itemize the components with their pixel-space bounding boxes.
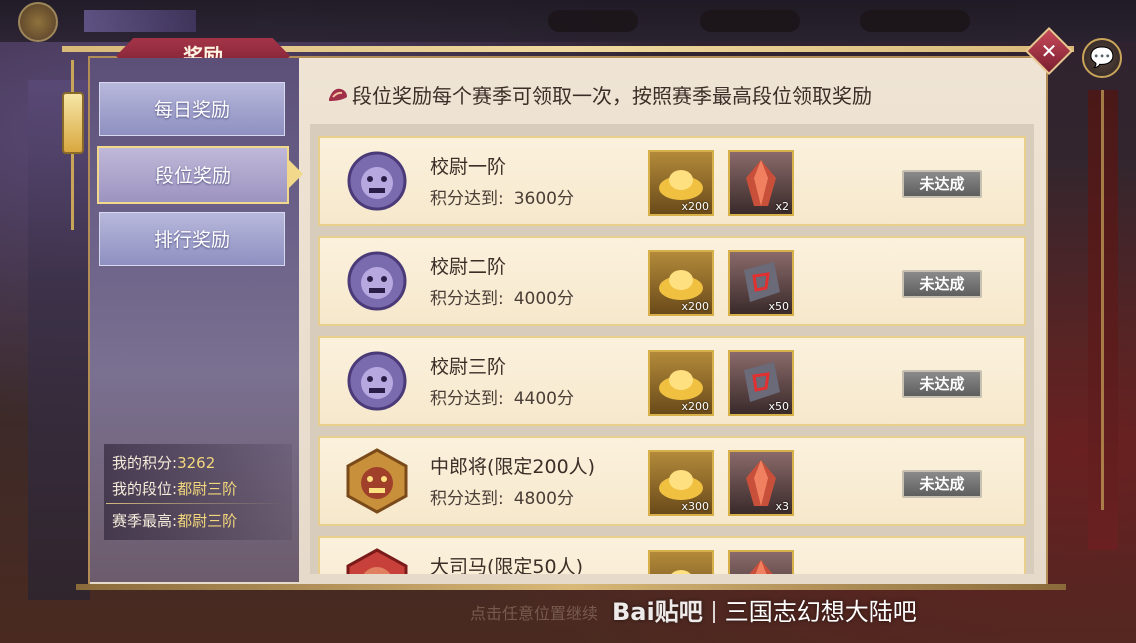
purple-lion-badge-icon [347, 151, 407, 211]
rank-name: 大司马(限定50人) [430, 556, 584, 574]
rank-name: 校尉三阶 [430, 356, 507, 378]
watermark-separator [712, 601, 715, 623]
requirement-value: 4400分 [513, 389, 574, 409]
item-quantity: x50 [768, 400, 789, 413]
season-best-value: 都尉三阶 [177, 512, 238, 530]
claim-status-button[interactable]: 未达成 [902, 470, 982, 498]
season-best-label: 赛季最高: [112, 512, 178, 530]
resource-slot [700, 10, 800, 32]
item-quantity: x200 [681, 300, 709, 313]
reward-item-rune-stone[interactable]: x50 [728, 350, 794, 416]
requirement-value: 3600分 [513, 189, 574, 209]
stats-divider [106, 503, 286, 504]
chat-icon[interactable]: 💬 [1082, 38, 1122, 78]
requirement-value: 4000分 [513, 289, 574, 309]
reward-list[interactable]: 校尉一阶 积分达到: 3600分 x200 x2 未达成 校尉二阶 积分达到: 40… [310, 124, 1034, 574]
reward-item-rune-stone[interactable]: x50 [728, 250, 794, 316]
decor-right-banner [1088, 90, 1118, 550]
active-tab-arrow-icon [289, 160, 303, 188]
red-crystal-icon [749, 560, 773, 574]
requirement-label: 积分达到: [430, 489, 504, 509]
reward-item-gold-ingot[interactable] [648, 550, 714, 574]
score-requirement: 积分达到: 4400分 [430, 384, 574, 409]
close-icon: ✕ [1040, 39, 1058, 63]
reward-item-gold-ingot[interactable]: x200 [648, 150, 714, 216]
reward-item-gold-ingot[interactable]: x300 [648, 450, 714, 516]
reward-item-gold-ingot[interactable]: x200 [648, 350, 714, 416]
item-quantity: x50 [768, 300, 789, 313]
reward-row: 大司马(限定50人) [318, 536, 1026, 574]
item-quantity: x200 [681, 400, 709, 413]
top-resource-bar [0, 0, 1136, 42]
my-rank-value: 都尉三阶 [177, 480, 238, 498]
reward-row: 校尉二阶 积分达到: 4000分 x200 x50 未达成 [318, 236, 1026, 326]
tab-ranking-rewards[interactable]: 排行奖励 [99, 212, 285, 266]
rank-name: 校尉二阶 [430, 256, 507, 278]
tab-daily-rewards[interactable]: 每日奖励 [99, 82, 285, 136]
requirement-label: 积分达到: [430, 289, 504, 309]
season-best: 赛季最高:都尉三阶 [112, 510, 237, 531]
watermark: Bai贴吧 三国志幻想大陆吧 [612, 592, 917, 632]
my-rank: 我的段位:都尉三阶 [112, 478, 237, 499]
reward-row: 中郎将(限定200人) 积分达到: 4800分 x300 x3 未达成 [318, 436, 1026, 526]
purple-lion-badge-icon [347, 351, 407, 411]
slipper-icon [329, 88, 347, 101]
tap-to-continue-hint: 点击任意位置继续 [470, 604, 599, 623]
claim-status-button[interactable]: 未达成 [902, 370, 982, 398]
reward-item-crystal[interactable]: x3 [728, 450, 794, 516]
resource-slot [548, 10, 638, 32]
lantern-icon [62, 92, 84, 154]
background-side-menu [28, 80, 90, 600]
red-lion-badge-icon [346, 548, 408, 574]
item-quantity: x3 [775, 500, 789, 513]
my-rank-label: 我的段位: [112, 480, 178, 498]
reward-row: 校尉一阶 积分达到: 3600分 x200 x2 未达成 [318, 136, 1026, 226]
rank-name: 中郎将(限定200人) [430, 456, 596, 478]
requirement-label: 积分达到: [430, 189, 504, 209]
my-score: 我的积分:3262 [112, 452, 215, 473]
requirement-value: 4800分 [513, 489, 574, 509]
my-score-label: 我的积分: [112, 454, 178, 472]
reward-item-gold-ingot[interactable]: x200 [648, 250, 714, 316]
watermark-brand: Bai贴吧 [612, 598, 703, 626]
score-requirement: 积分达到: 4800分 [430, 484, 574, 509]
player-avatar [18, 2, 58, 42]
item-quantity: x200 [681, 200, 709, 213]
resource-slot [860, 10, 970, 32]
panel-bottom-border [76, 584, 1066, 590]
claim-status-button[interactable]: 未达成 [902, 170, 982, 198]
gold-ingot-icon [671, 570, 691, 574]
player-name-plate [84, 10, 196, 32]
purple-lion-badge-icon [347, 251, 407, 311]
item-quantity: x2 [775, 200, 789, 213]
reward-item-crystal[interactable] [728, 550, 794, 574]
score-requirement: 积分达到: 3600分 [430, 184, 574, 209]
watermark-forum: 三国志幻想大陆吧 [724, 598, 917, 626]
requirement-label: 积分达到: [430, 389, 504, 409]
reward-row: 校尉三阶 积分达到: 4400分 x200 x50 未达成 [318, 336, 1026, 426]
my-score-value: 3262 [177, 454, 216, 472]
item-quantity: x300 [681, 500, 709, 513]
reward-item-crystal[interactable]: x2 [728, 150, 794, 216]
rank-name: 校尉一阶 [430, 156, 507, 178]
tab-rank-rewards[interactable]: 段位奖励 [97, 146, 289, 204]
rank-reward-notice: 段位奖励每个赛季可领取一次，按照赛季最高段位领取奖励 [352, 84, 872, 108]
score-requirement: 积分达到: 4000分 [430, 284, 574, 309]
golden-lion-badge-icon [346, 448, 408, 514]
claim-status-button[interactable]: 未达成 [902, 270, 982, 298]
